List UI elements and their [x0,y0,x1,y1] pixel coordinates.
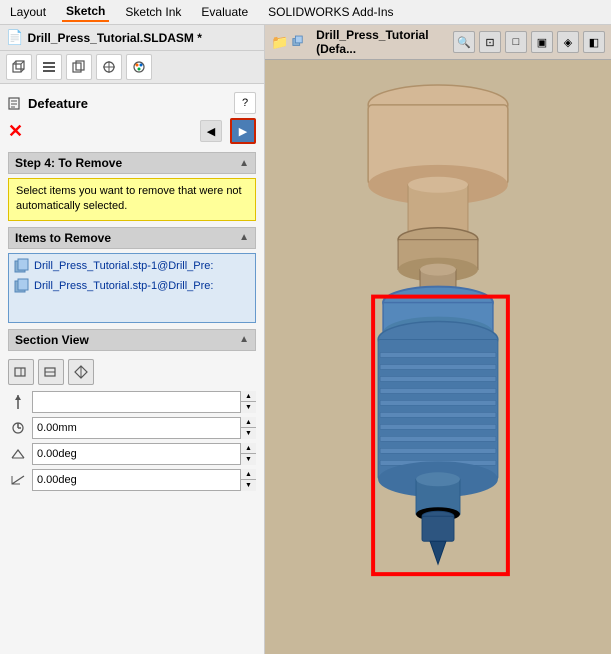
component-icon-1 [14,258,30,274]
help-btn[interactable]: ? [234,92,256,114]
distance-icon [8,392,28,412]
model-folder-icon: 📁 [271,34,288,51]
distance-spin-up[interactable]: ▲ [241,391,256,403]
file-title: Drill_Press_Tutorial.SLDASM * [27,31,202,45]
forward-btn[interactable]: ▶ [230,118,256,144]
section-view-section: Section View ▲ [8,329,256,499]
angle2-spin: ▲ ▼ [240,469,256,491]
file-title-bar: 📄 Drill_Press_Tutorial.SLDASM * [0,25,264,51]
distance-row: ▲ ▼ [8,391,256,413]
toolbar-crosshair-btn[interactable] [96,54,122,80]
view2-icon[interactable]: ▣ [531,31,553,53]
step4-chevron: ▲ [239,158,249,169]
section-view-content: ▲ ▼ [8,355,256,499]
angle2-icon [8,470,28,490]
left-panel: 📄 Drill_Press_Tutorial.SLDASM * [0,25,265,654]
sv-toolbar [8,359,256,385]
section-view-header[interactable]: Section View ▲ [8,329,256,351]
angle2-wrap: ▲ ▼ [32,469,256,491]
step4-header[interactable]: Step 4: To Remove ▲ [8,152,256,174]
fit-icon[interactable]: ⊡ [479,31,501,53]
sv-plane3-btn[interactable] [68,359,94,385]
toolbar-copy-btn[interactable] [66,54,92,80]
toolbar-palette-btn[interactable] [126,54,152,80]
items-list[interactable]: Drill_Press_Tutorial.stp-1@Drill_Pre: Dr… [8,253,256,323]
angle2-spin-up[interactable]: ▲ [241,469,256,481]
section-view-chevron: ▲ [239,334,249,345]
distance-mm-spin: ▲ ▼ [240,417,256,439]
distance-mm-icon [8,418,28,438]
sv-plane1-btn[interactable] [8,359,34,385]
items-to-remove-section: Items to Remove ▲ Drill_Press_Tutorial.s… [8,227,256,323]
distance-input-wrap: ▲ ▼ [32,391,256,413]
view1-icon[interactable]: □ [505,31,527,53]
menu-layout[interactable]: Layout [6,3,50,21]
right-toolbar: 📁 Drill_Press_Tutorial (Defa... 🔍 ⊡ □ ▣ … [265,25,611,60]
items-to-remove-label: Items to Remove [15,231,111,245]
defeature-title: Defeature [8,95,88,111]
sv-plane2-btn[interactable] [38,359,64,385]
section-view-label: Section View [15,333,89,347]
step4-section: Step 4: To Remove ▲ Select items you wan… [8,152,256,221]
distance-mm-row: ▲ ▼ [8,417,256,439]
angle2-row: ▲ ▼ [8,469,256,491]
step4-warning: Select items you want to remove that wer… [8,178,256,221]
angle1-spin-up[interactable]: ▲ [241,443,256,455]
view4-icon[interactable]: ◧ [583,31,605,53]
angle1-spin-down[interactable]: ▼ [241,454,256,465]
angle1-icon [8,444,28,464]
panel-toolbar [0,51,264,84]
distance-mm-wrap: ▲ ▼ [32,417,256,439]
panel-controls: ? [234,92,256,114]
angle2-spin-down[interactable]: ▼ [241,480,256,491]
items-to-remove-header[interactable]: Items to Remove ▲ [8,227,256,249]
defeature-label: Defeature [28,96,88,111]
distance-mm-spin-down[interactable]: ▼ [241,428,256,439]
list-item: Drill_Press_Tutorial.stp-1@Drill_Pre: [12,277,252,295]
angle1-spin: ▲ ▼ [240,443,256,465]
toolbar-cube-btn[interactable] [6,54,32,80]
list-item: Drill_Press_Tutorial.stp-1@Drill_Pre: [12,257,252,275]
close-x-btn[interactable]: ✕ [8,121,23,142]
angle2-input[interactable] [32,469,256,491]
angle1-row: ▲ ▼ [8,443,256,465]
defeature-header: Defeature ? [8,88,256,118]
toolbar-list-btn[interactable] [36,54,62,80]
file-icon: 📄 [6,29,23,46]
view3-icon[interactable]: ◈ [557,31,579,53]
distance-mm-spin-up[interactable]: ▲ [241,417,256,429]
distance-input[interactable] [32,391,256,413]
menu-sketch-ink[interactable]: Sketch Ink [121,3,185,21]
distance-mm-input[interactable] [32,417,256,439]
feature-panel: Defeature ? ✕ ◀ ▶ [0,84,264,654]
machine-3d-view [265,55,611,654]
angle1-wrap: ▲ ▼ [32,443,256,465]
model-name: Drill_Press_Tutorial (Defa... [316,28,449,56]
step4-label: Step 4: To Remove [15,156,122,170]
menu-sketch[interactable]: Sketch [62,2,109,22]
main-area: 📄 Drill_Press_Tutorial.SLDASM * [0,25,611,654]
model-cube-icon [292,34,306,50]
menu-bar: Layout Sketch Sketch Ink Evaluate SOLIDW… [0,0,611,25]
zoom-icon[interactable]: 🔍 [453,31,475,53]
component-icon-2 [14,278,30,294]
menu-addins[interactable]: SOLIDWORKS Add-Ins [264,3,397,21]
distance-spin: ▲ ▼ [240,391,256,413]
list-item-text-2: Drill_Press_Tutorial.stp-1@Drill_Pre: [34,280,213,292]
machine-svg [265,55,611,654]
angle1-input[interactable] [32,443,256,465]
menu-evaluate[interactable]: Evaluate [197,3,252,21]
right-toolbar-icons: 🔍 ⊡ □ ▣ ◈ ◧ [453,31,605,53]
list-item-text-1: Drill_Press_Tutorial.stp-1@Drill_Pre: [34,260,213,272]
defeature-icon [8,95,24,111]
distance-spin-down[interactable]: ▼ [241,402,256,413]
right-panel: 📁 Drill_Press_Tutorial (Defa... 🔍 ⊡ □ ▣ … [265,25,611,654]
back-btn[interactable]: ◀ [200,120,222,142]
items-to-remove-chevron: ▲ [239,232,249,243]
